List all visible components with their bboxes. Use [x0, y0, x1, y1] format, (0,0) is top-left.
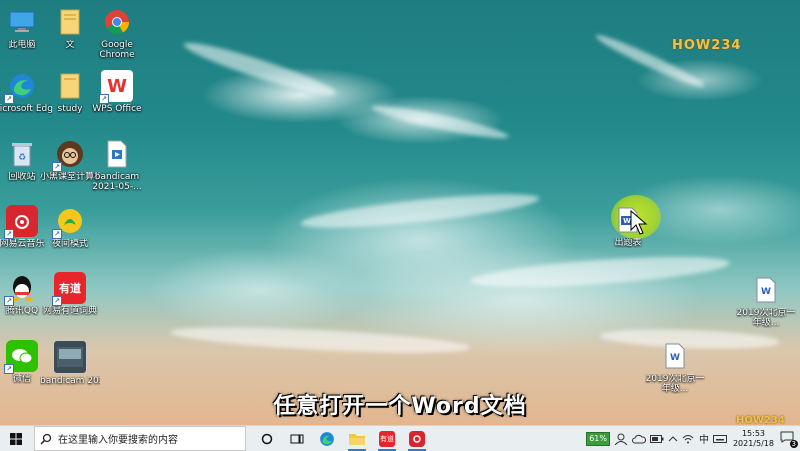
taskbar: 在这里输入你要搜索的内容 有道 61% 中 15:53 2021/5/18 3: [0, 425, 800, 451]
desktop-icon-bandicam-2[interactable]: bandicam 2021-05-...: [40, 340, 100, 386]
desktop[interactable]: 此电脑 ↗ Microsoft Edge ♻ 回收站 ↗ 网易云音乐 ↗ 腾讯Q…: [0, 0, 800, 425]
video-file-icon: [101, 138, 133, 170]
windows-icon: [10, 432, 22, 445]
folder-icon: [349, 433, 365, 445]
desktop-icon-google-chrome[interactable]: Google Chrome: [87, 6, 147, 60]
task-view-button[interactable]: [282, 426, 312, 451]
video-subtitle: 任意打开一个Word文档: [273, 394, 527, 419]
desktop-icon-night-mode[interactable]: ↗ 夜间模式: [40, 205, 100, 249]
start-button[interactable]: [0, 426, 32, 451]
cloud-icon[interactable]: [631, 434, 646, 444]
watermark-logo-small: HOW234: [736, 415, 785, 426]
wifi-icon[interactable]: [682, 434, 694, 444]
app-icon: ↗: [52, 205, 86, 239]
avatar-icon: ↗: [52, 138, 86, 172]
watermark-logo: HOW234: [672, 38, 742, 53]
video-thumbnail-icon: [53, 340, 87, 374]
ime-indicator[interactable]: 中: [699, 431, 709, 446]
folder-icon: [54, 6, 86, 38]
svg-text:W: W: [761, 287, 771, 297]
desktop-icon-doc-right-2[interactable]: W 2019次北京一年级...: [645, 340, 705, 394]
clock-date: 2021/5/18: [732, 438, 774, 448]
search-icon: [40, 433, 52, 445]
chevron-up-icon[interactable]: [668, 435, 678, 443]
music-icon: [409, 430, 425, 447]
desktop-icon-bandicam-1[interactable]: bandicam 2021-05-...: [87, 138, 147, 192]
taskbar-app-file-explorer[interactable]: [342, 426, 372, 451]
taskbar-app-netease-music[interactable]: [402, 426, 432, 451]
battery-icon[interactable]: [649, 434, 664, 443]
qq-icon: ↗: [4, 272, 38, 306]
notification-count-badge: 3: [789, 439, 798, 448]
word-doc-icon: W: [750, 274, 782, 306]
edge-icon: [320, 431, 334, 446]
cortana-icon: [261, 433, 273, 444]
search-placeholder: 在这里输入你要搜索的内容: [58, 435, 178, 446]
youdao-icon: 有道 ↗: [52, 272, 86, 306]
people-icon[interactable]: [614, 433, 628, 445]
cortana-button[interactable]: [252, 426, 282, 451]
wps-icon: W ↗: [99, 70, 133, 104]
taskbar-app-youdao[interactable]: 有道: [372, 426, 402, 451]
system-tray: 61% 中 15:53 2021/5/18 3: [586, 429, 800, 449]
youdao-icon: 有道: [379, 430, 395, 447]
recycle-bin-icon: ♻: [6, 138, 38, 170]
desktop-icon-youdao[interactable]: 有道 ↗ 网易有道词典: [40, 272, 100, 316]
taskbar-app-edge[interactable]: [312, 426, 342, 451]
music-icon: ↗: [4, 205, 38, 239]
notification-center-button[interactable]: 3: [780, 431, 798, 448]
svg-text:♻: ♻: [18, 153, 26, 163]
edge-icon: ↗: [4, 70, 38, 104]
computer-icon: [6, 6, 38, 38]
wechat-icon: ↗: [4, 340, 38, 374]
chrome-icon: [101, 6, 133, 38]
taskbar-search-box[interactable]: 在这里输入你要搜索的内容: [34, 426, 246, 451]
svg-text:W: W: [670, 353, 680, 363]
clock-time: 15:53: [741, 428, 766, 438]
keyboard-icon[interactable]: [712, 434, 727, 444]
desktop-icon-selected-doc[interactable]: W 出题表: [598, 204, 658, 248]
battery-indicator[interactable]: 61%: [586, 431, 610, 446]
folder-icon: [54, 70, 86, 102]
desktop-icon-wps-office[interactable]: W ↗ WPS Office: [87, 70, 147, 114]
taskbar-clock[interactable]: 15:53 2021/5/18: [733, 429, 774, 449]
task-view-icon: [290, 434, 304, 443]
word-doc-icon: W: [659, 340, 691, 372]
mouse-cursor-icon: [630, 210, 648, 235]
desktop-icon-doc-right-1[interactable]: W 2019次北京一年级...: [736, 274, 796, 328]
